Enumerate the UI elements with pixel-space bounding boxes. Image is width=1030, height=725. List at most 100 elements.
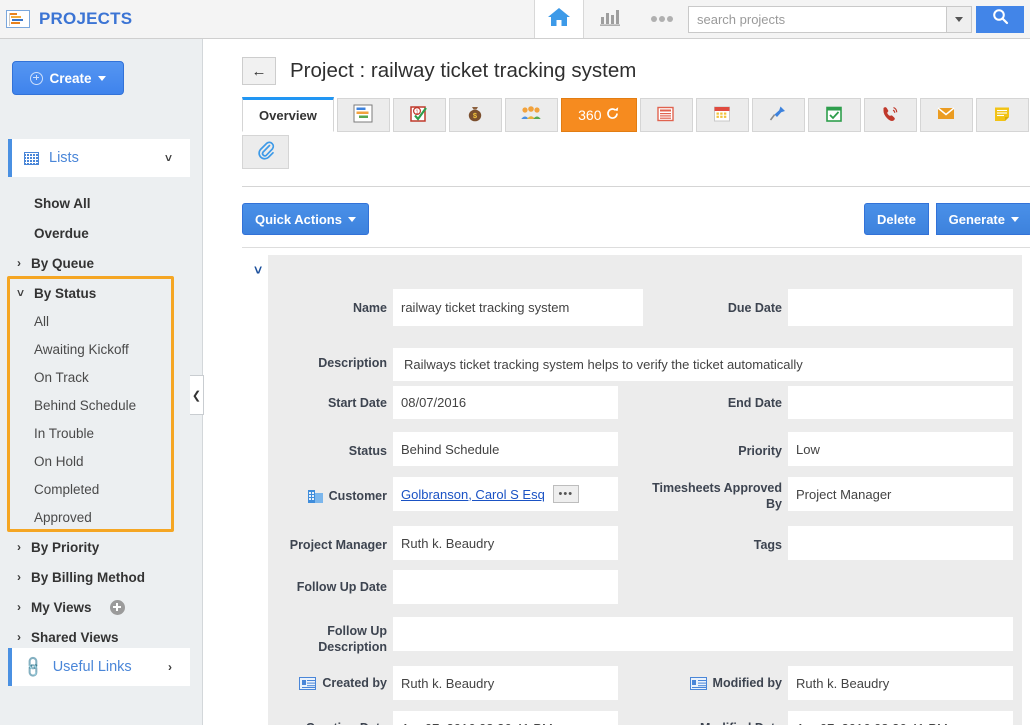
generate-button[interactable]: Generate [935, 203, 1030, 235]
sidebar-item-label: Shared Views [31, 629, 119, 645]
tab-budget[interactable]: $ [448, 98, 502, 132]
tab-label: 360 [578, 107, 602, 123]
chevron-down-icon: ˅ [254, 262, 263, 278]
chevron-down-icon [97, 75, 106, 81]
field-value-timesheets-approved-by[interactable]: Project Manager [788, 477, 1013, 511]
sidebar-item-label: By Status [34, 285, 97, 301]
tab-checklist[interactable] [807, 98, 861, 132]
search-scope-dropdown[interactable] [946, 5, 972, 33]
tab-underline [242, 186, 1030, 187]
sidebar-item-label: Behind Schedule [34, 397, 137, 413]
tab-tasks[interactable]: 1 [392, 98, 446, 132]
top-header: PROJECTS [0, 0, 1030, 39]
sidebar-collapse-handle[interactable]: ❮ [190, 375, 204, 415]
plus-circle-icon [30, 71, 44, 85]
tab-360[interactable]: 360 [560, 98, 637, 132]
field-value-creation-date[interactable]: Apr 07, 2016 08:36:41 PM [393, 711, 618, 725]
tab-notes[interactable] [975, 98, 1029, 132]
field-label-priority: Priority [738, 444, 782, 458]
tab-attachments[interactable] [242, 135, 289, 169]
tab-calendar[interactable] [695, 98, 749, 132]
tab-pinned[interactable] [751, 98, 805, 132]
sidebar-item-in-trouble[interactable]: In Trouble [0, 419, 203, 447]
tab-row-primary: Overview 1 $ 360 [242, 97, 1030, 132]
sidebar-item-show-all[interactable]: Show All [0, 189, 203, 217]
tab-gantt[interactable] [336, 98, 390, 132]
email-icon [936, 105, 956, 125]
sidebar-item-label: By Priority [31, 539, 100, 555]
brand-label: PROJECTS [39, 9, 133, 28]
chevron-right-icon: › [168, 660, 172, 674]
search-button[interactable] [976, 5, 1024, 33]
sidebar-item-label: Approved [34, 509, 92, 525]
sidebar-item-by-priority[interactable]: › By Priority [0, 533, 203, 561]
sidebar-item-approved[interactable]: Approved [0, 503, 203, 531]
field-value-created-by[interactable]: Ruth k. Beaudry [393, 666, 618, 700]
field-value-name[interactable]: railway ticket tracking system [393, 289, 643, 326]
field-label-follow-up-description-text: Follow Up Description [318, 624, 387, 654]
contact-card-icon [689, 676, 707, 690]
building-icon [307, 489, 323, 503]
sidebar-item-on-track[interactable]: On Track [0, 363, 203, 391]
create-button[interactable]: Create [12, 61, 124, 95]
project-information-panel: Name railway ticket tracking system Due … [268, 255, 1022, 725]
sidebar-item-shared-views[interactable]: › Shared Views [0, 623, 203, 651]
delete-button[interactable]: Delete [863, 203, 929, 235]
search-area [688, 0, 1030, 38]
add-view-icon[interactable] [109, 599, 125, 615]
sidebar-item-awaiting-kickoff[interactable]: Awaiting Kickoff [0, 335, 203, 363]
customer-lookup-button[interactable]: ••• [552, 485, 579, 503]
field-value-modified-date[interactable]: Apr 07, 2016 08:36:41 PM [788, 711, 1013, 725]
field-value-description[interactable]: Railways ticket tracking system helps to… [393, 348, 1013, 381]
sidebar-item-label: All [34, 313, 50, 329]
header-actions [534, 0, 1030, 38]
field-value-priority[interactable]: Low [788, 432, 1013, 466]
reports-button[interactable] [584, 0, 636, 38]
home-button[interactable] [534, 0, 584, 38]
field-label-customer: Customer [268, 488, 387, 504]
sidebar-section-lists[interactable]: Lists ˅ [8, 139, 190, 177]
sidebar-item-by-billing-method[interactable]: › By Billing Method [0, 563, 203, 591]
sidebar-item-my-views[interactable]: › My Views [0, 593, 203, 621]
tab-overview[interactable]: Overview [242, 97, 334, 132]
sidebar-item-overdue[interactable]: Overdue [0, 219, 203, 247]
field-value-tags[interactable] [788, 526, 1013, 560]
field-value-follow-up-date[interactable] [393, 570, 618, 604]
tab-calls[interactable] [863, 98, 917, 132]
team-icon [520, 104, 542, 126]
field-label-follow-up-date: Follow Up Date [296, 580, 387, 594]
field-value-status[interactable]: Behind Schedule [393, 432, 618, 466]
field-value-project-manager[interactable]: Ruth k. Beaudry [393, 526, 618, 560]
search-input[interactable] [688, 5, 946, 33]
divider [242, 247, 1030, 248]
field-value-start-date[interactable]: 08/07/2016 [393, 386, 618, 419]
sidebar-item-completed[interactable]: Completed [0, 475, 203, 503]
brand[interactable]: PROJECTS [0, 0, 132, 38]
field-value-modified-by[interactable]: Ruth k. Beaudry [788, 666, 1013, 700]
field-label-start-date: Start Date [327, 396, 387, 410]
chevron-down-icon [955, 16, 963, 22]
sidebar-section-useful-links[interactable]: 🔗 Useful Links › [8, 648, 190, 686]
tab-team[interactable] [504, 98, 558, 132]
tab-email[interactable] [919, 98, 973, 132]
pushpin-icon [768, 104, 788, 126]
field-value-end-date[interactable] [788, 386, 1013, 419]
sidebar-item-all[interactable]: All [0, 307, 203, 335]
field-value-follow-up-description[interactable] [393, 617, 1013, 651]
back-button[interactable]: ← [242, 57, 276, 85]
sidebar-item-on-hold[interactable]: On Hold [0, 447, 203, 475]
more-menu-button[interactable] [636, 0, 688, 38]
refresh-360-icon [605, 106, 620, 124]
sidebar-item-label: Completed [34, 481, 100, 497]
field-value-customer[interactable]: Golbranson, Carol S Esq ••• [393, 477, 618, 511]
tab-news[interactable] [639, 98, 693, 132]
sidebar-item-by-status[interactable]: ˅ By Status [0, 279, 203, 307]
sidebar-item-label: By Queue [31, 255, 95, 271]
sidebar-item-by-queue[interactable]: › By Queue [0, 249, 203, 277]
field-value-due-date[interactable] [788, 289, 1013, 326]
bar-chart-icon [599, 7, 621, 32]
customer-link[interactable]: Golbranson, Carol S Esq [401, 487, 545, 502]
page-title: Project : railway ticket tracking system [290, 59, 637, 82]
sidebar-item-behind-schedule[interactable]: Behind Schedule [0, 391, 203, 419]
quick-actions-button[interactable]: Quick Actions [242, 203, 369, 235]
